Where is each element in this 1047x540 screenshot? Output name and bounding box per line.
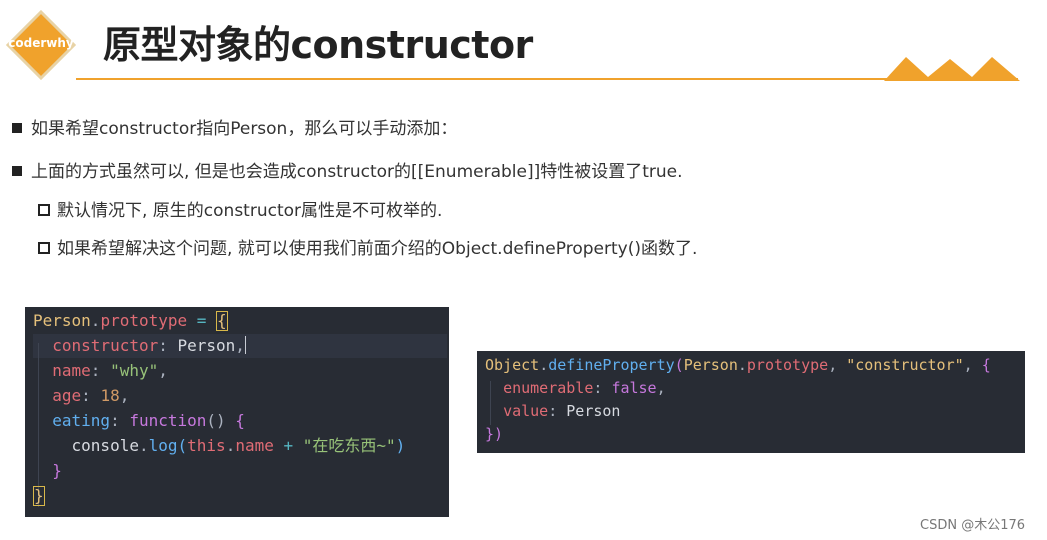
square-bullet-icon xyxy=(12,166,22,176)
sub-bullet-item: 如果希望解决这个问题, 就可以使用我们前面介绍的Object.definePro… xyxy=(38,234,697,259)
code-line: constructor: Person, xyxy=(52,336,246,355)
bullet-item: 上面的方式虽然可以, 但是也会造成constructor的[[Enumerabl… xyxy=(12,157,683,182)
code-line: console.log(this.name + "在吃东西~") xyxy=(71,436,406,455)
code-line: Object.defineProperty(Person.prototype, … xyxy=(485,356,991,374)
sub-bullet-item: 默认情况下, 原生的constructor属性是不可枚举的. xyxy=(38,196,442,221)
code-block-prototype: Person.prototype = { constructor: Person… xyxy=(25,307,449,517)
code-line: name: "why", xyxy=(52,361,168,380)
code-line: eating: function() { xyxy=(52,411,245,430)
square-bullet-icon xyxy=(12,123,22,133)
page-title: 原型对象的constructor xyxy=(103,23,533,67)
logo-text: coderwhy xyxy=(8,36,74,50)
bullet-text: 如果希望constructor指向Person，那么可以手动添加： xyxy=(31,119,458,139)
code-line: }) xyxy=(485,425,504,443)
bullet-item: 如果希望constructor指向Person，那么可以手动添加： xyxy=(12,114,457,139)
mountain-decoration-icon xyxy=(884,57,1020,81)
title-underline xyxy=(76,78,1018,80)
sub-bullet-text: 默认情况下, 原生的constructor属性是不可枚举的. xyxy=(57,201,443,221)
code-line: Person.prototype = { xyxy=(33,311,228,331)
code-block-define-property: Object.defineProperty(Person.prototype, … xyxy=(477,351,1025,453)
code-line: enumerable: false, xyxy=(503,379,666,397)
code-line: } xyxy=(52,461,62,480)
hollow-square-bullet-icon xyxy=(38,204,50,216)
bullet-text: 上面的方式虽然可以, 但是也会造成constructor的[[Enumerabl… xyxy=(31,162,683,182)
watermark: CSDN @木公176 xyxy=(920,518,1026,533)
code-line: value: Person xyxy=(503,402,621,420)
coderwhy-logo: coderwhy xyxy=(6,10,76,80)
hollow-square-bullet-icon xyxy=(38,242,50,254)
text-cursor xyxy=(244,336,246,354)
code-line: } xyxy=(33,486,45,506)
sub-bullet-text: 如果希望解决这个问题, 就可以使用我们前面介绍的Object.definePro… xyxy=(57,239,698,259)
code-line: age: 18, xyxy=(52,386,130,405)
